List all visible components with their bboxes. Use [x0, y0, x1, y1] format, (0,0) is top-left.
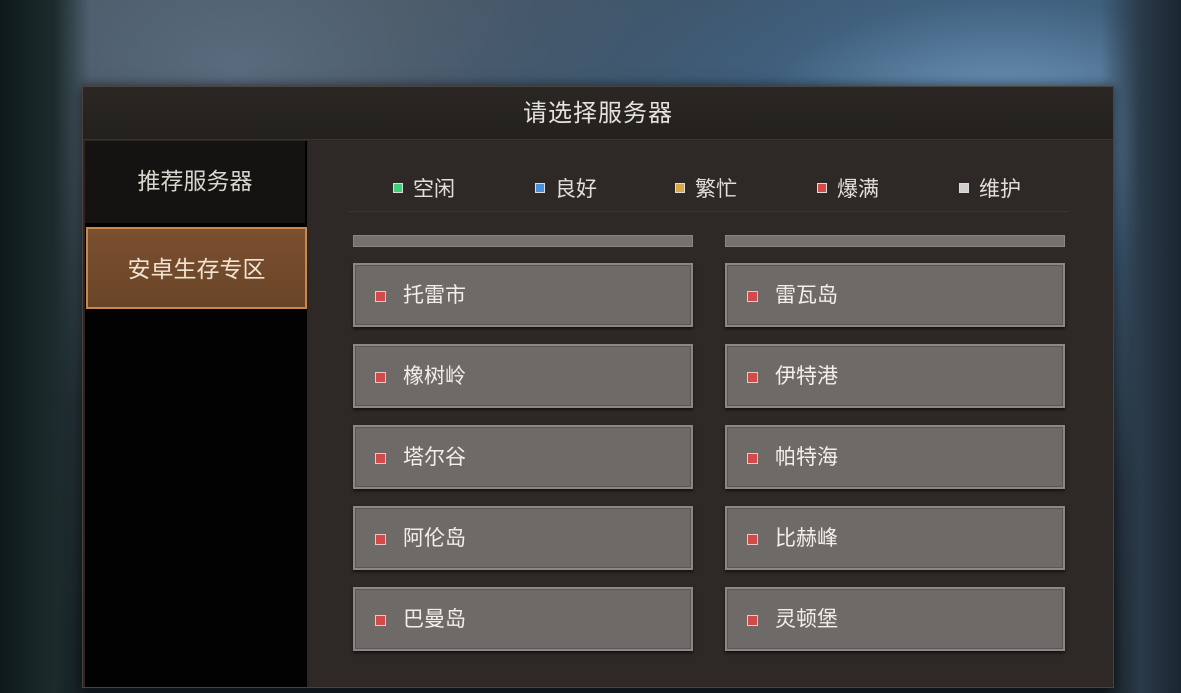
- server-name: 橡树岭: [403, 364, 466, 388]
- game-scene: 请选择服务器 推荐服务器 安卓生存专区 空闲 良好 繁忙 爆满 维护 托雷市 橡…: [0, 0, 1181, 693]
- server-list-panel: 空闲 良好 繁忙 爆满 维护 托雷市 橡树岭 塔尔谷 阿伦岛 巴曼岛 雷瓦岛 伊…: [309, 141, 1113, 687]
- server-name: 灵顿堡: [775, 607, 838, 631]
- full-status-icon: [747, 372, 758, 383]
- server-name: 托雷市: [403, 283, 466, 307]
- server-name: 阿伦岛: [403, 526, 466, 550]
- tab-recommended-servers[interactable]: 推荐服务器: [85, 141, 305, 223]
- tab-android-survival-zone[interactable]: 安卓生存专区: [86, 227, 307, 309]
- server-button[interactable]: 比赫峰: [725, 506, 1065, 570]
- good-status-icon: [535, 183, 545, 193]
- busy-status-icon: [675, 183, 685, 193]
- maintenance-status-icon: [959, 183, 969, 193]
- server-button[interactable]: 伊特港: [725, 344, 1065, 408]
- server-button[interactable]: 雷瓦岛: [725, 263, 1065, 327]
- full-status-icon: [375, 372, 386, 383]
- server-name: 巴曼岛: [403, 607, 466, 631]
- legend-label-busy: 繁忙: [695, 177, 737, 201]
- server-select-dialog: 请选择服务器 推荐服务器 安卓生存专区 空闲 良好 繁忙 爆满 维护 托雷市 橡…: [82, 86, 1114, 688]
- legend-item-good: 良好: [535, 175, 597, 203]
- server-button[interactable]: 阿伦岛: [353, 506, 693, 570]
- full-status-icon: [375, 291, 386, 302]
- server-name: 比赫峰: [775, 526, 838, 550]
- dialog-header: 请选择服务器: [83, 87, 1113, 140]
- full-status-icon: [747, 615, 758, 626]
- server-name: 伊特港: [775, 364, 838, 388]
- background-trees-left: [0, 0, 90, 693]
- server-button[interactable]: 塔尔谷: [353, 425, 693, 489]
- server-name: 帕特海: [775, 445, 838, 469]
- legend-item-maintenance: 维护: [959, 175, 1021, 203]
- server-name: 塔尔谷: [403, 445, 466, 469]
- legend-label-idle: 空闲: [413, 177, 455, 201]
- server-button[interactable]: 橡树岭: [353, 344, 693, 408]
- server-column-header-right: [725, 235, 1065, 247]
- dialog-title: 请选择服务器: [523, 99, 673, 127]
- full-status-icon: [747, 534, 758, 545]
- full-status-icon: [817, 183, 827, 193]
- server-button[interactable]: 托雷市: [353, 263, 693, 327]
- legend-label-good: 良好: [555, 177, 597, 201]
- legend-item-busy: 繁忙: [675, 175, 737, 203]
- server-button[interactable]: 灵顿堡: [725, 587, 1065, 651]
- full-status-icon: [747, 291, 758, 302]
- legend-item-full: 爆满: [817, 175, 879, 203]
- full-status-icon: [375, 534, 386, 545]
- server-category-sidebar: 推荐服务器 安卓生存专区: [85, 141, 307, 687]
- full-status-icon: [375, 615, 386, 626]
- legend-item-idle: 空闲: [393, 175, 455, 203]
- server-column-header-left: [353, 235, 693, 247]
- idle-status-icon: [393, 183, 403, 193]
- server-button[interactable]: 帕特海: [725, 425, 1065, 489]
- status-legend: 空闲 良好 繁忙 爆满 维护: [349, 167, 1069, 212]
- server-button[interactable]: 巴曼岛: [353, 587, 693, 651]
- full-status-icon: [747, 453, 758, 464]
- legend-label-maintenance: 维护: [979, 177, 1021, 201]
- full-status-icon: [375, 453, 386, 464]
- legend-label-full: 爆满: [837, 177, 879, 201]
- server-name: 雷瓦岛: [775, 283, 838, 307]
